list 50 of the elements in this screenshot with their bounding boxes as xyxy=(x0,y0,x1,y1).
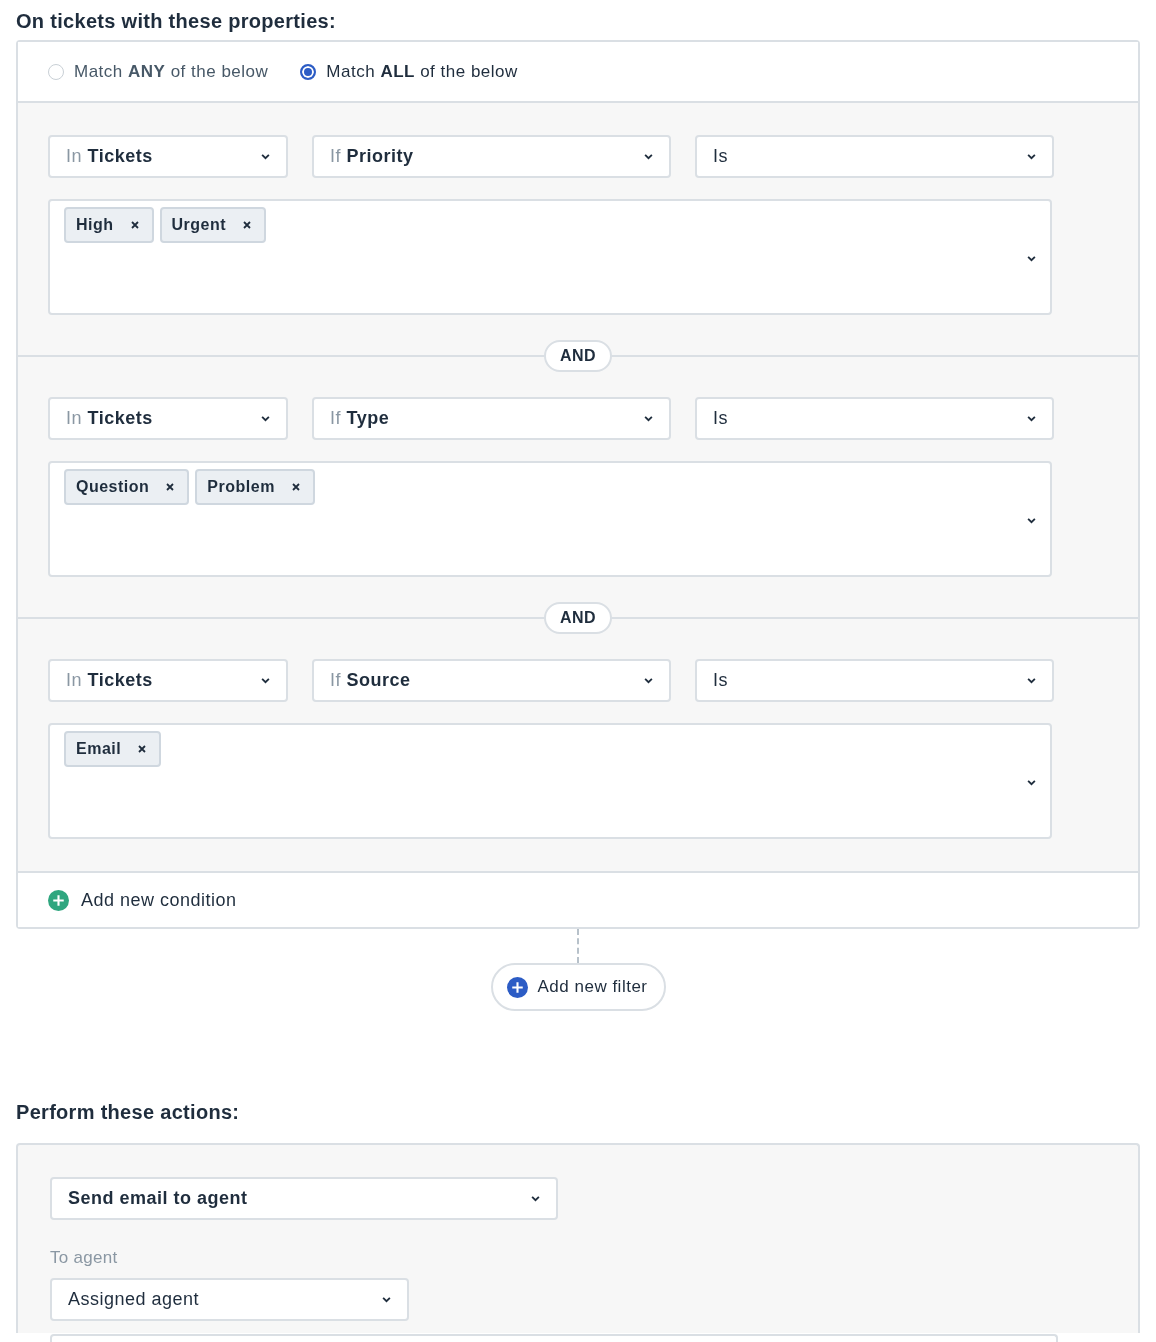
caret-icon xyxy=(1027,153,1036,160)
tag-label: Urgent xyxy=(171,216,227,234)
tag-label: Email xyxy=(76,740,122,758)
tag-label: Problem xyxy=(207,478,275,496)
plus-icon xyxy=(506,976,528,998)
caret-icon xyxy=(1027,255,1036,262)
section-heading: On tickets with these properties: xyxy=(16,9,337,34)
dropdown[interactable]: Send email to agent xyxy=(50,1177,558,1220)
caret-icon xyxy=(644,153,653,160)
caret-icon xyxy=(644,677,653,684)
dropdown[interactable]: Assigned agent xyxy=(50,1278,409,1321)
section-heading: Perform these actions: xyxy=(16,1101,241,1125)
caret-icon xyxy=(1027,517,1036,524)
caret-icon xyxy=(261,677,270,684)
radio-label[interactable]: Match ANY of the below xyxy=(74,61,269,82)
add-condition-button[interactable]: Add new condition xyxy=(48,889,237,911)
add-filter-button[interactable]: Add new filter xyxy=(490,963,666,1011)
caret-icon xyxy=(531,1195,540,1202)
field-label: To agent xyxy=(50,1248,119,1268)
dropdown[interactable]: In Tickets xyxy=(48,397,288,440)
remove-icon[interactable] xyxy=(242,220,253,230)
dropdown[interactable]: In Tickets xyxy=(48,135,288,178)
caret-icon xyxy=(1027,677,1036,684)
dropdown[interactable]: In Tickets xyxy=(48,659,288,702)
multi-select-field[interactable]: High Urgent xyxy=(48,199,1052,315)
dropdown[interactable]: Is xyxy=(695,659,1054,702)
radio-label[interactable]: Match ALL of the below xyxy=(326,61,518,82)
caret-icon xyxy=(1027,415,1036,422)
remove-icon[interactable] xyxy=(137,744,148,754)
caret-icon xyxy=(644,415,653,422)
multi-select-field[interactable]: Question Problem xyxy=(48,461,1052,577)
radio-button[interactable] xyxy=(300,63,317,80)
caret-icon xyxy=(261,153,270,160)
remove-icon[interactable] xyxy=(290,482,301,492)
dropdown[interactable]: Is xyxy=(695,135,1054,178)
dropdown[interactable]: If Source xyxy=(312,659,671,702)
plus-icon xyxy=(48,889,69,911)
tag-label: High xyxy=(76,216,114,234)
multi-select-field[interactable]: Email xyxy=(48,723,1052,839)
tag-label: Question xyxy=(76,478,150,496)
and-badge: AND xyxy=(543,602,613,634)
dropdown[interactable]: If Priority xyxy=(312,135,671,178)
remove-icon[interactable] xyxy=(165,482,176,492)
caret-icon xyxy=(1027,779,1036,786)
dropdown[interactable]: Is xyxy=(695,397,1054,440)
remove-icon[interactable] xyxy=(129,220,140,230)
dropdown[interactable]: If Type xyxy=(312,397,671,440)
caret-icon xyxy=(382,1296,391,1303)
and-badge: AND xyxy=(543,340,613,372)
caret-icon xyxy=(261,415,270,422)
